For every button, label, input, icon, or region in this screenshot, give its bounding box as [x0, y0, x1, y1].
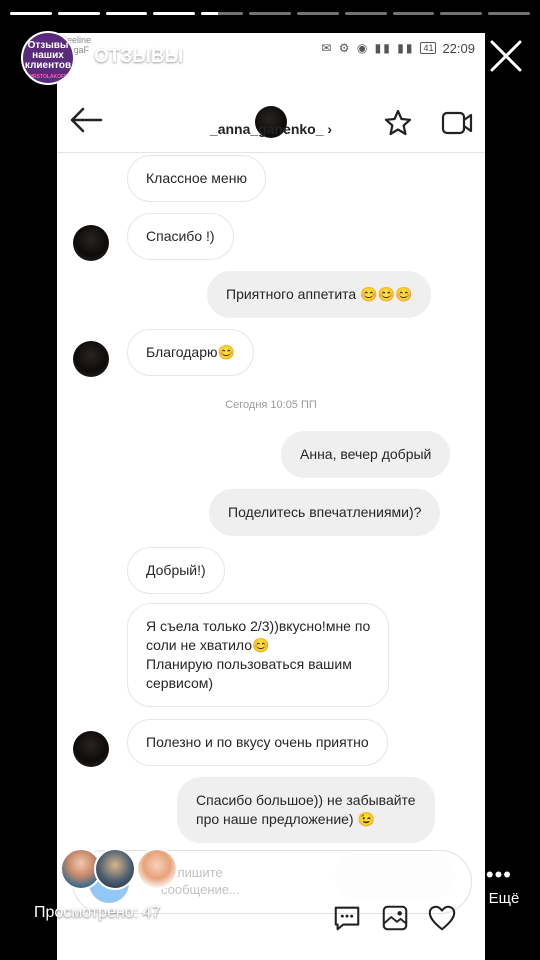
seen-count[interactable]: Просмотрено: 47	[34, 904, 160, 922]
progress-segment	[105, 12, 148, 15]
close-icon[interactable]	[488, 38, 524, 74]
sender-avatar[interactable]	[73, 225, 109, 261]
progress-segment	[392, 12, 435, 15]
gallery-icon[interactable]	[380, 902, 410, 934]
battery-icon: 41	[420, 42, 437, 54]
story-account-avatar[interactable]: Отзывы наших клиентов MRSTOLAKOFF	[21, 31, 75, 85]
progress-segment	[440, 12, 483, 15]
progress-segment	[296, 12, 339, 15]
sender-avatar[interactable]	[73, 341, 109, 377]
progress-segment	[153, 12, 196, 15]
status-time: 22:09	[442, 40, 475, 56]
viewer-avatars[interactable]	[60, 846, 180, 892]
viewer-avatar	[94, 848, 136, 890]
message-bubble-3: Приятного аппетита 😊😊😊	[207, 271, 432, 318]
progress-segment	[249, 12, 291, 15]
story-time: 13нед.	[208, 47, 264, 67]
message-bubble-6: Поделитесь впечатлениями)?	[209, 489, 441, 536]
story-progress	[10, 12, 530, 15]
message-timestamp: Сегодня 10:05 ПП	[225, 399, 317, 411]
more-button[interactable]: Ещё	[474, 890, 534, 907]
message-bubble-7: Добрый!)	[127, 547, 225, 594]
system-icons: ✉ ⚙ ◉ ▮▮ ▮▮	[321, 41, 415, 55]
more-dots-icon[interactable]: •••	[486, 862, 512, 888]
message-bubble-5: Анна, вечер добрый	[281, 431, 451, 478]
message-icon[interactable]	[332, 902, 362, 934]
progress-segment	[57, 12, 100, 15]
dm-header	[57, 63, 485, 153]
message-list: Классное меню Спасибо !) Приятного аппет…	[57, 153, 485, 960]
story-title[interactable]: ОТЗЫВЫ	[94, 46, 183, 68]
message-bubble-1: Классное меню	[127, 155, 266, 202]
progress-segment	[201, 12, 244, 15]
dm-username[interactable]: _anna_ganenko_ ›	[57, 121, 485, 137]
progress-segment	[488, 12, 530, 15]
heart-icon[interactable]	[427, 902, 457, 934]
message-bubble-10: Спасибо большое)) не забывайте про наше …	[177, 777, 435, 843]
message-bubble-9: Полезно и по вкусу очень приятно	[127, 719, 388, 766]
sender-avatar[interactable]	[73, 731, 109, 767]
viewer-avatar	[136, 848, 178, 890]
message-bubble-8: Я съела только 2/3))вкусно!мне по соли н…	[127, 603, 390, 707]
message-bubble-2: Спасибо !)	[127, 213, 234, 260]
story-viewer: Beeline MegaF ✉ ⚙ ◉ ▮▮ ▮▮ 41 22:09 _anna…	[0, 0, 540, 960]
message-bubble-4: Благодарю😊	[127, 329, 254, 376]
progress-segment	[344, 12, 387, 15]
progress-segment	[10, 12, 52, 15]
dm-screenshot: Beeline MegaF ✉ ⚙ ◉ ▮▮ ▮▮ 41 22:09 _anna…	[57, 33, 485, 960]
